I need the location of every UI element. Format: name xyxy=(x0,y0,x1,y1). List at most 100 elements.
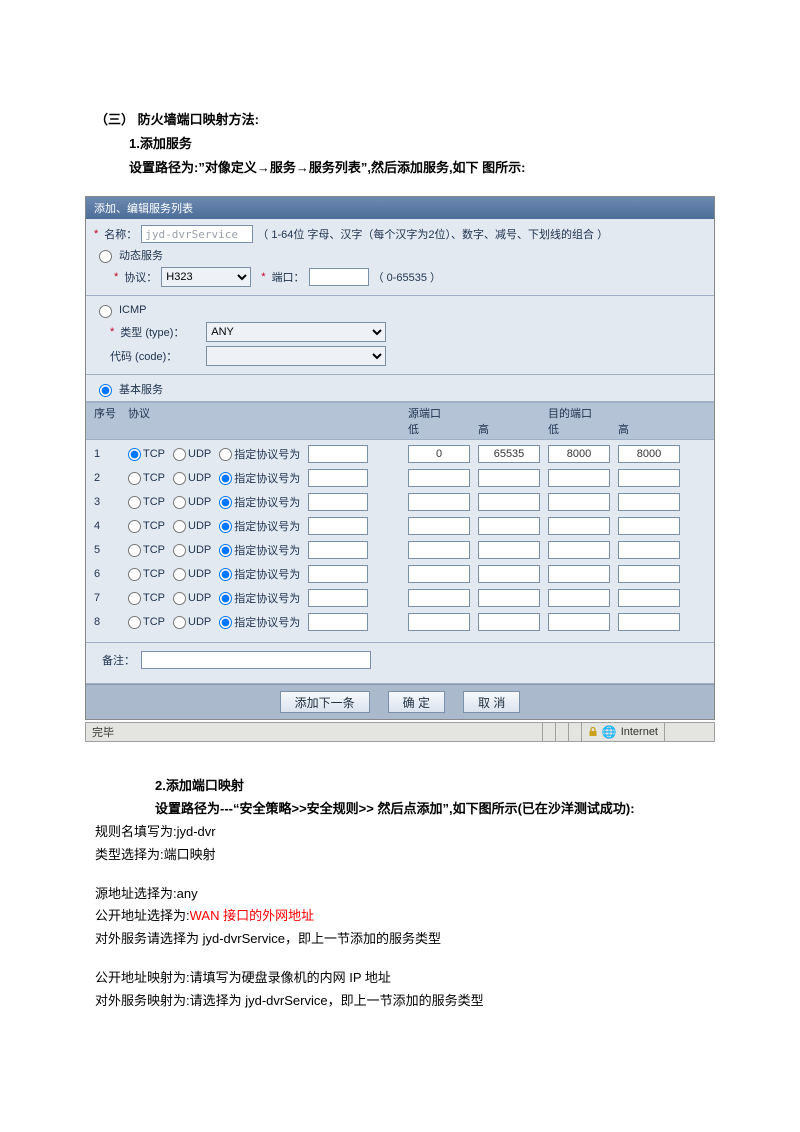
dynamic-service-radio[interactable] xyxy=(99,250,112,263)
icmp-radio[interactable] xyxy=(99,305,112,318)
src-port-low[interactable] xyxy=(408,541,470,559)
dst-port-high[interactable] xyxy=(618,589,680,607)
src-port-high[interactable] xyxy=(478,565,540,583)
udp-radio[interactable] xyxy=(173,472,186,485)
dst-port-low[interactable] xyxy=(548,613,610,631)
custom-proto-field[interactable] xyxy=(308,445,368,463)
protocol-radios: TCPUDP指定协议号为 xyxy=(128,589,408,607)
udp-radio[interactable] xyxy=(173,520,186,533)
basic-service-label: 基本服务 xyxy=(119,381,163,397)
name-field[interactable] xyxy=(141,225,253,243)
remark-panel: 备注： xyxy=(86,642,714,684)
tcp-radio[interactable] xyxy=(128,448,141,461)
src-port-high[interactable] xyxy=(478,469,540,487)
dst-port-high[interactable] xyxy=(618,565,680,583)
udp-radio[interactable] xyxy=(173,496,186,509)
basic-service-radio[interactable] xyxy=(99,384,112,397)
remark-field[interactable] xyxy=(141,651,371,669)
src-port-low[interactable] xyxy=(408,469,470,487)
outro-l7: 对外服务映射为:请选择为 jyd-dvrService，即上一节添加的服务类型 xyxy=(95,991,705,1012)
dst-port-low[interactable] xyxy=(548,541,610,559)
udp-radio[interactable] xyxy=(173,616,186,629)
tcp-radio[interactable] xyxy=(128,592,141,605)
custom-proto-radio[interactable] xyxy=(219,448,232,461)
type-select[interactable]: ANY xyxy=(206,322,386,342)
required-star: * xyxy=(94,228,98,240)
ie-status-bar: 完毕 🌐 Internet xyxy=(85,722,715,742)
protocol-radios: TCPUDP指定协议号为 xyxy=(128,517,408,535)
col-dst-lo: 低 xyxy=(548,421,618,437)
dst-port-low[interactable] xyxy=(548,565,610,583)
src-port-high[interactable] xyxy=(478,493,540,511)
udp-radio[interactable] xyxy=(173,568,186,581)
col-src-hi: 高 xyxy=(478,421,548,437)
custom-proto-radio[interactable] xyxy=(219,520,232,533)
dst-port-low[interactable] xyxy=(548,469,610,487)
add-next-button[interactable]: 添加下一条 xyxy=(280,691,370,713)
firewall-screenshot: 添加、编辑服务列表 * 名称： （ 1-64位 字母、汉字（每个汉字为2位）、数… xyxy=(85,196,715,720)
custom-proto-radio[interactable] xyxy=(219,496,232,509)
custom-proto-radio[interactable] xyxy=(219,616,232,629)
custom-proto-field[interactable] xyxy=(308,589,368,607)
custom-proto-field[interactable] xyxy=(308,517,368,535)
tcp-radio[interactable] xyxy=(128,616,141,629)
src-port-high[interactable] xyxy=(478,541,540,559)
port-field[interactable] xyxy=(309,268,369,286)
intro-line-2: 设置路径为:”对像定义→服务→服务列表”,然后添加服务,如下 图所示: xyxy=(95,158,705,178)
custom-proto-radio[interactable] xyxy=(219,568,232,581)
custom-proto-field[interactable] xyxy=(308,565,368,583)
code-select[interactable] xyxy=(206,346,386,366)
udp-radio[interactable] xyxy=(173,592,186,605)
tcp-radio[interactable] xyxy=(128,496,141,509)
udp-radio[interactable] xyxy=(173,448,186,461)
src-port-low[interactable] xyxy=(408,517,470,535)
section-heading: （三） 防火墙端口映射方法: xyxy=(95,110,705,130)
custom-proto-radio[interactable] xyxy=(219,544,232,557)
globe-icon: 🌐 xyxy=(602,725,617,739)
cancel-button[interactable]: 取 消 xyxy=(463,691,520,713)
src-port-high[interactable] xyxy=(478,613,540,631)
col-seq: 序号 xyxy=(94,405,128,421)
protocol-select[interactable]: H323 xyxy=(161,267,251,287)
udp-radio[interactable] xyxy=(173,544,186,557)
dst-port-low[interactable] xyxy=(548,445,610,463)
custom-proto-field[interactable] xyxy=(308,541,368,559)
src-port-low[interactable] xyxy=(408,565,470,583)
src-port-low[interactable] xyxy=(408,445,470,463)
src-port-low[interactable] xyxy=(408,613,470,631)
dst-port-high[interactable] xyxy=(618,613,680,631)
table-row: 8TCPUDP指定协议号为 xyxy=(86,610,714,634)
custom-proto-radio[interactable] xyxy=(219,472,232,485)
dst-port-high[interactable] xyxy=(618,517,680,535)
custom-proto-field[interactable] xyxy=(308,613,368,631)
name-panel: * 名称： （ 1-64位 字母、汉字（每个汉字为2位）、数字、减号、下划线的组… xyxy=(86,219,714,296)
tcp-radio[interactable] xyxy=(128,544,141,557)
dst-port-high[interactable] xyxy=(618,469,680,487)
dst-port-low[interactable] xyxy=(548,517,610,535)
ok-button[interactable]: 确 定 xyxy=(388,691,445,713)
dst-port-high[interactable] xyxy=(618,493,680,511)
custom-proto-field[interactable] xyxy=(308,469,368,487)
table-row: 6TCPUDP指定协议号为 xyxy=(86,562,714,586)
protocol-radios: TCPUDP指定协议号为 xyxy=(128,445,408,463)
tcp-radio[interactable] xyxy=(128,568,141,581)
src-port-high[interactable] xyxy=(478,517,540,535)
custom-proto-radio[interactable] xyxy=(219,592,232,605)
dst-port-low[interactable] xyxy=(548,493,610,511)
src-port-low[interactable] xyxy=(408,493,470,511)
tcp-radio[interactable] xyxy=(128,472,141,485)
dst-port-high[interactable] xyxy=(618,541,680,559)
dst-port-low[interactable] xyxy=(548,589,610,607)
custom-proto-field[interactable] xyxy=(308,493,368,511)
name-hint: （ 1-64位 字母、汉字（每个汉字为2位）、数字、减号、下划线的组合 ） xyxy=(257,226,608,242)
outro-l6: 公开地址映射为:请填写为硬盘录像机的内网 IP 地址 xyxy=(95,968,705,989)
intro-line-1: 1.添加服务 xyxy=(95,134,705,154)
dst-port-high[interactable] xyxy=(618,445,680,463)
outro-l2: 类型选择为:端口映射 xyxy=(95,845,705,866)
ie-status-text: 完毕 xyxy=(86,724,542,740)
tcp-radio[interactable] xyxy=(128,520,141,533)
src-port-high[interactable] xyxy=(478,589,540,607)
src-port-low[interactable] xyxy=(408,589,470,607)
src-port-high[interactable] xyxy=(478,445,540,463)
basic-service-panel: 基本服务 xyxy=(86,375,714,402)
